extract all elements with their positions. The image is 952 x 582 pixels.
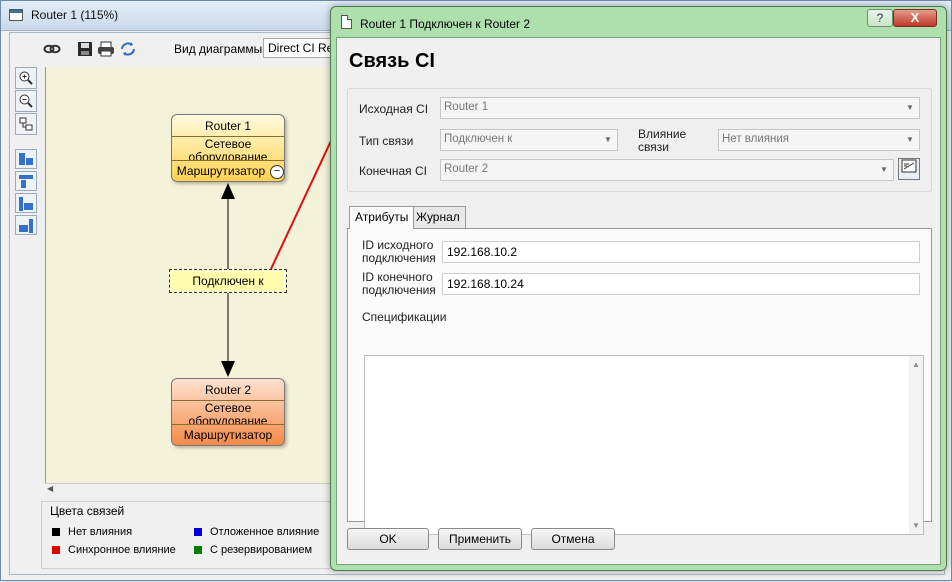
node-name: Router 2 — [172, 379, 284, 401]
legend-swatch — [194, 528, 202, 537]
link-colors-legend: Цвета связей Нет влияния Синхронное влия… — [41, 501, 337, 569]
diagram-link-label[interactable]: Подключен к — [169, 269, 287, 293]
target-connection-id-label: ID конечного подключения — [362, 270, 436, 297]
source-ci-select[interactable]: Router 1 ▼ — [440, 97, 920, 119]
collapse-icon[interactable]: − — [270, 165, 284, 179]
tab-journal[interactable]: Журнал — [410, 206, 466, 228]
node-name: Router 1 — [172, 115, 284, 137]
cancel-button[interactable]: Отмена — [531, 528, 615, 550]
legend-swatch — [52, 528, 60, 537]
legend-title: Цвета связей — [50, 504, 125, 518]
specifications-textarea[interactable]: ▲ ▼ — [364, 355, 924, 535]
chevron-down-icon[interactable]: ▼ — [877, 163, 891, 177]
vertical-scrollbar[interactable]: ▲ ▼ — [909, 356, 923, 534]
dialog-client: Связь CI Исходная CI Router 1 ▼ Тип связи… — [336, 37, 941, 565]
link-fields-group: Исходная CI Router 1 ▼ Тип связи Подключе… — [347, 88, 932, 192]
close-button[interactable]: X — [893, 9, 937, 27]
zoom-in-icon[interactable] — [15, 67, 37, 89]
diagram-node-router-1[interactable]: Router 1 Сетевое оборудование Маршрутиза… — [171, 114, 285, 182]
page-title: Связь CI — [349, 50, 435, 72]
legend-item: С резервированием — [194, 544, 312, 556]
dialog-title[interactable]: Router 1 Подключен к Router 2 — [360, 17, 530, 31]
lookup-button[interactable] — [898, 158, 920, 180]
layout-bottom-icon[interactable] — [15, 149, 37, 169]
legend-item: Отложенное влияние — [194, 526, 319, 538]
apply-button[interactable]: Применить — [438, 528, 522, 550]
legend-item: Синхронное влияние — [52, 544, 176, 556]
impact-label: Влияние связи — [638, 127, 687, 154]
layout-left-icon[interactable] — [15, 193, 37, 213]
horizontal-scrollbar[interactable]: ◀ — [45, 483, 335, 493]
legend-swatch — [194, 546, 202, 555]
diagram-node-router-2[interactable]: Router 2 Сетевое оборудование Маршрутиза… — [171, 378, 285, 446]
window-app-icon — [9, 9, 23, 21]
target-connection-id-field[interactable]: 192.168.10.24 — [442, 273, 920, 295]
node-type: Сетевое оборудование — [172, 401, 284, 425]
target-ci-label: Конечная CI — [359, 164, 427, 178]
target-ci-select[interactable]: Router 2 ▼ — [440, 159, 894, 181]
zoom-out-icon[interactable] — [15, 90, 37, 112]
source-connection-id-label: ID исходного подключения — [362, 238, 436, 265]
ok-button[interactable]: OK — [347, 528, 429, 550]
legend-item: Нет влияния — [52, 526, 132, 538]
print-icon[interactable] — [95, 38, 117, 60]
fit-diagram-icon[interactable] — [15, 113, 37, 135]
source-connection-id-field[interactable]: 192.168.10.2 — [442, 241, 920, 263]
scroll-left-icon[interactable]: ◀ — [47, 484, 53, 493]
main-window-title: Router 1 (115%) — [31, 8, 119, 22]
scroll-up-icon[interactable]: ▲ — [909, 360, 923, 369]
legend-swatch — [52, 546, 60, 555]
refresh-icon[interactable] — [117, 38, 139, 60]
tab-attributes[interactable]: Атрибуты — [349, 206, 415, 229]
link-dialog: Router 1 Подключен к Router 2 ? X Связь … — [330, 6, 947, 571]
document-icon — [341, 15, 352, 29]
link-chain-icon[interactable] — [41, 38, 63, 60]
layout-right-icon[interactable] — [15, 215, 37, 235]
chevron-down-icon[interactable]: ▼ — [903, 133, 917, 147]
lookup-icon — [901, 159, 917, 173]
source-ci-label: Исходная CI — [359, 102, 429, 116]
layout-top-icon[interactable] — [15, 171, 37, 191]
scroll-down-icon[interactable]: ▼ — [909, 521, 923, 530]
link-type-select[interactable]: Подключен к ▼ — [440, 129, 618, 151]
link-type-label: Тип связи — [359, 134, 414, 148]
chevron-down-icon[interactable]: ▼ — [601, 133, 615, 147]
specifications-label: Спецификации — [362, 310, 447, 324]
diagram-type-label: Вид диаграммы — [174, 42, 263, 56]
chevron-down-icon[interactable]: ▼ — [903, 101, 917, 115]
node-category: Маршрутизатор — [183, 428, 273, 442]
attributes-panel: ID исходного подключения 192.168.10.2 ID… — [347, 228, 932, 535]
impact-select[interactable]: Нет влияния ▼ — [718, 129, 920, 151]
help-button[interactable]: ? — [867, 9, 893, 27]
node-type: Сетевое оборудование — [172, 137, 284, 161]
tabs-container: Атрибуты Журнал ID исходного подключения… — [347, 206, 932, 535]
save-icon[interactable] — [74, 38, 96, 60]
node-category: Маршрутизатор — [176, 164, 266, 178]
